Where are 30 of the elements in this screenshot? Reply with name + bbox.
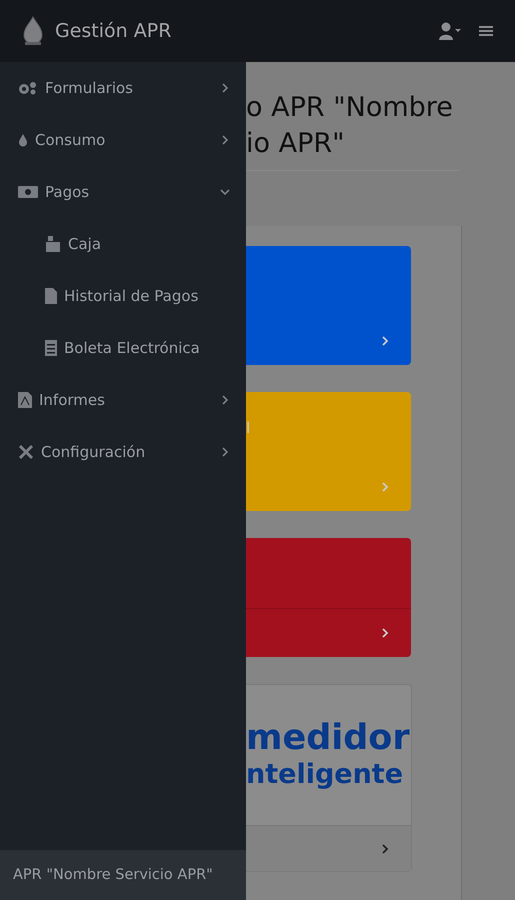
gears-icon — [18, 81, 38, 95]
promo-text: medidor — [246, 718, 411, 758]
promo-text: nteligente — [246, 758, 404, 792]
banknote-icon — [18, 186, 38, 198]
user-icon — [439, 22, 461, 40]
service-name: APR "Nombre Servicio APR" — [13, 867, 213, 883]
chevron-right-icon — [220, 135, 230, 145]
app-title[interactable]: Gestión APR — [55, 20, 172, 42]
sidebar-subitem[interactable]: Caja — [0, 218, 246, 270]
chevron-right-icon — [220, 395, 230, 405]
sidebar-item[interactable]: Informes — [0, 374, 246, 426]
sidebar-subitem[interactable]: Historial de Pagos — [0, 270, 246, 322]
sidebar-subitem[interactable]: Boleta Electrónica — [0, 322, 246, 374]
page-heading: o APR "Nombre io APR" — [246, 91, 454, 161]
sidebar-item[interactable]: Configuración — [0, 426, 246, 478]
cash-register-icon — [45, 236, 61, 252]
drop-icon — [18, 133, 28, 147]
receipt-icon — [45, 340, 57, 356]
chevron-right-icon[interactable] — [381, 844, 389, 854]
chevron-down-icon — [220, 187, 230, 197]
chevron-right-icon — [220, 447, 230, 457]
menu-icon — [479, 25, 493, 37]
sidebar-item[interactable]: Consumo — [0, 114, 246, 166]
card-text: l — [246, 419, 250, 437]
chevron-right-icon — [220, 83, 230, 93]
water-drop-logo-icon — [21, 16, 45, 46]
sidebar-item[interactable]: Pagos — [0, 166, 246, 218]
tools-icon — [18, 444, 34, 460]
document-icon — [45, 288, 57, 304]
sidebar-item[interactable]: Formularios — [0, 62, 246, 114]
